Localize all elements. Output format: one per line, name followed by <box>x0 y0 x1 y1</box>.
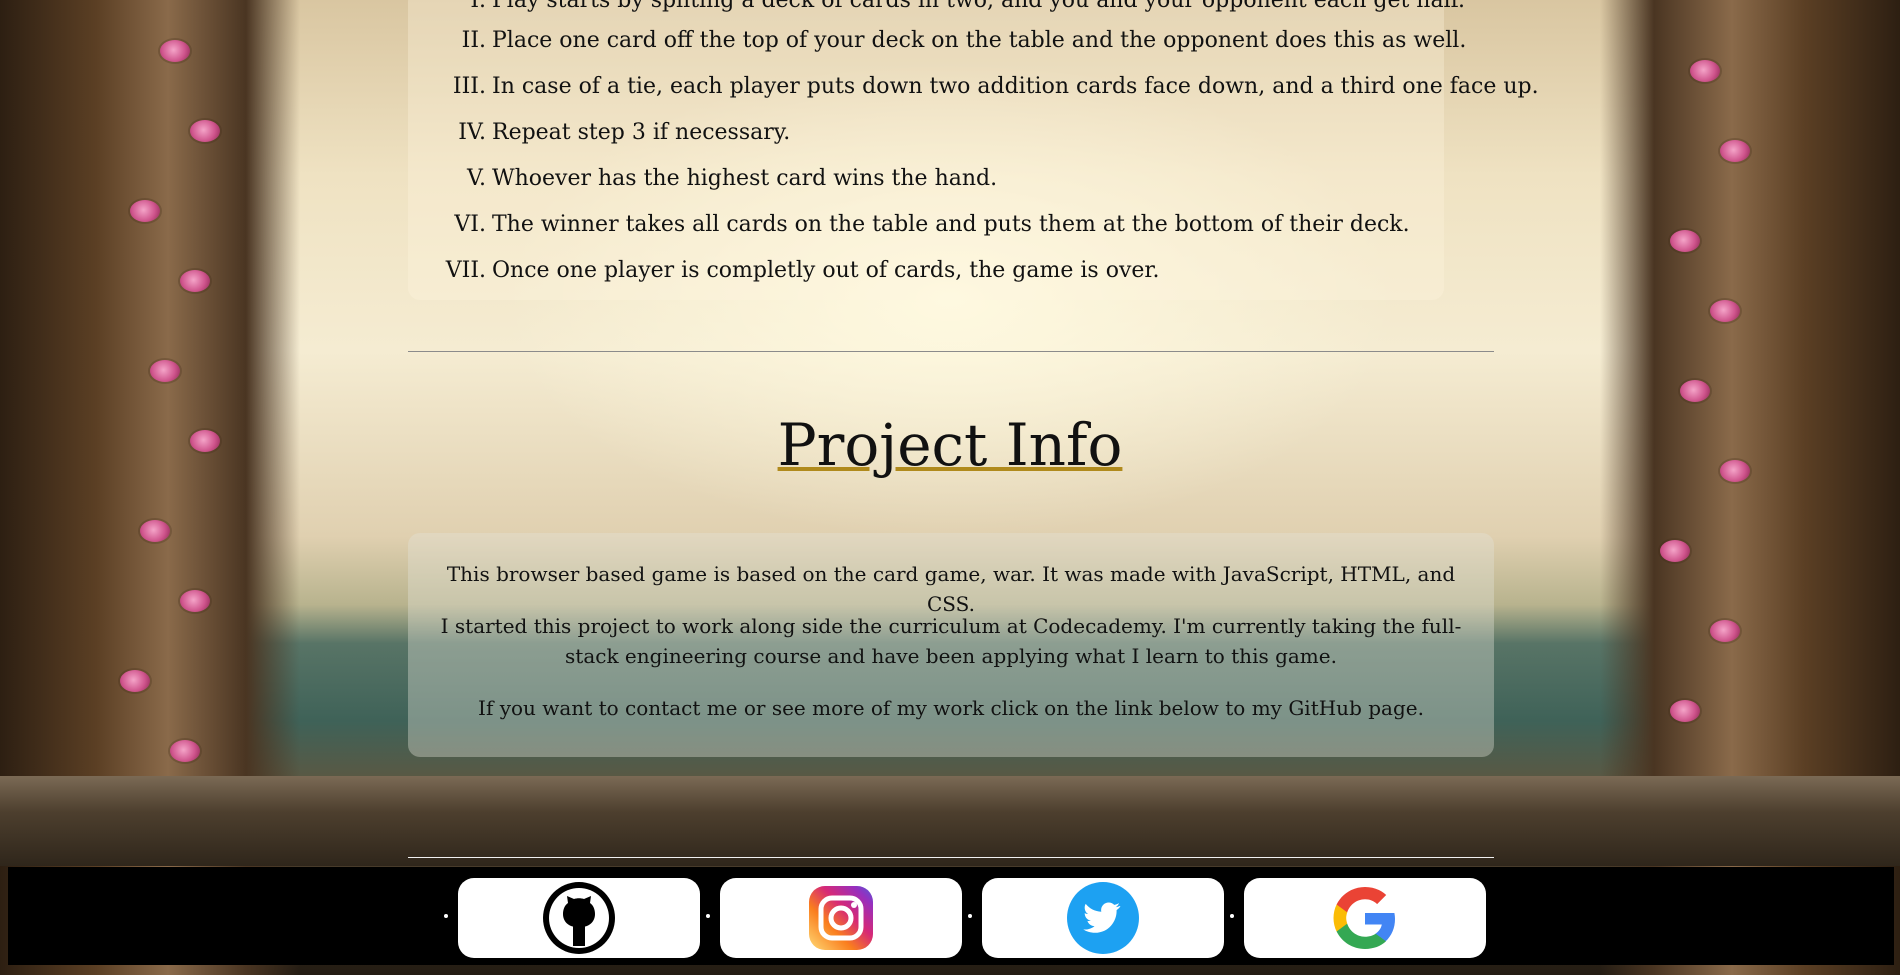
info-paragraph: If you want to contact me or see more of… <box>478 696 1424 720</box>
rule-item: I. Play starts by spliting a deck of card… <box>470 0 1465 13</box>
rule-item: IV. Repeat step 3 if necessary. <box>458 120 791 145</box>
info-paragraph: I started this project to work along sid… <box>440 614 1462 668</box>
github-icon <box>543 882 615 954</box>
project-info-title: Project Info <box>777 411 1123 479</box>
instagram-link[interactable] <box>720 878 962 958</box>
rule-item: III. In case of a tie, each player puts d… <box>452 74 1539 99</box>
info-paragraph: This browser based game is based on the … <box>446 562 1456 616</box>
rule-item: II. Place one card off the top of your de… <box>461 28 1467 53</box>
footer-divider <box>408 857 1494 858</box>
section-divider <box>408 351 1494 352</box>
twitter-icon <box>1067 882 1139 954</box>
balcony-ledge <box>0 776 1900 866</box>
github-link[interactable] <box>458 878 700 958</box>
twitter-link[interactable] <box>982 878 1224 958</box>
google-link[interactable] <box>1244 878 1486 958</box>
instagram-icon <box>809 886 873 950</box>
rule-item: VII. Once one player is completly out of … <box>445 258 1160 283</box>
footer <box>8 867 1894 965</box>
project-info-panel: This browser based game is based on the … <box>408 533 1494 757</box>
rule-item: VI. The winner takes all cards on the tab… <box>454 212 1410 237</box>
rule-item: V. Whoever has the highest card wins the … <box>466 166 998 191</box>
google-icon <box>1333 887 1395 949</box>
